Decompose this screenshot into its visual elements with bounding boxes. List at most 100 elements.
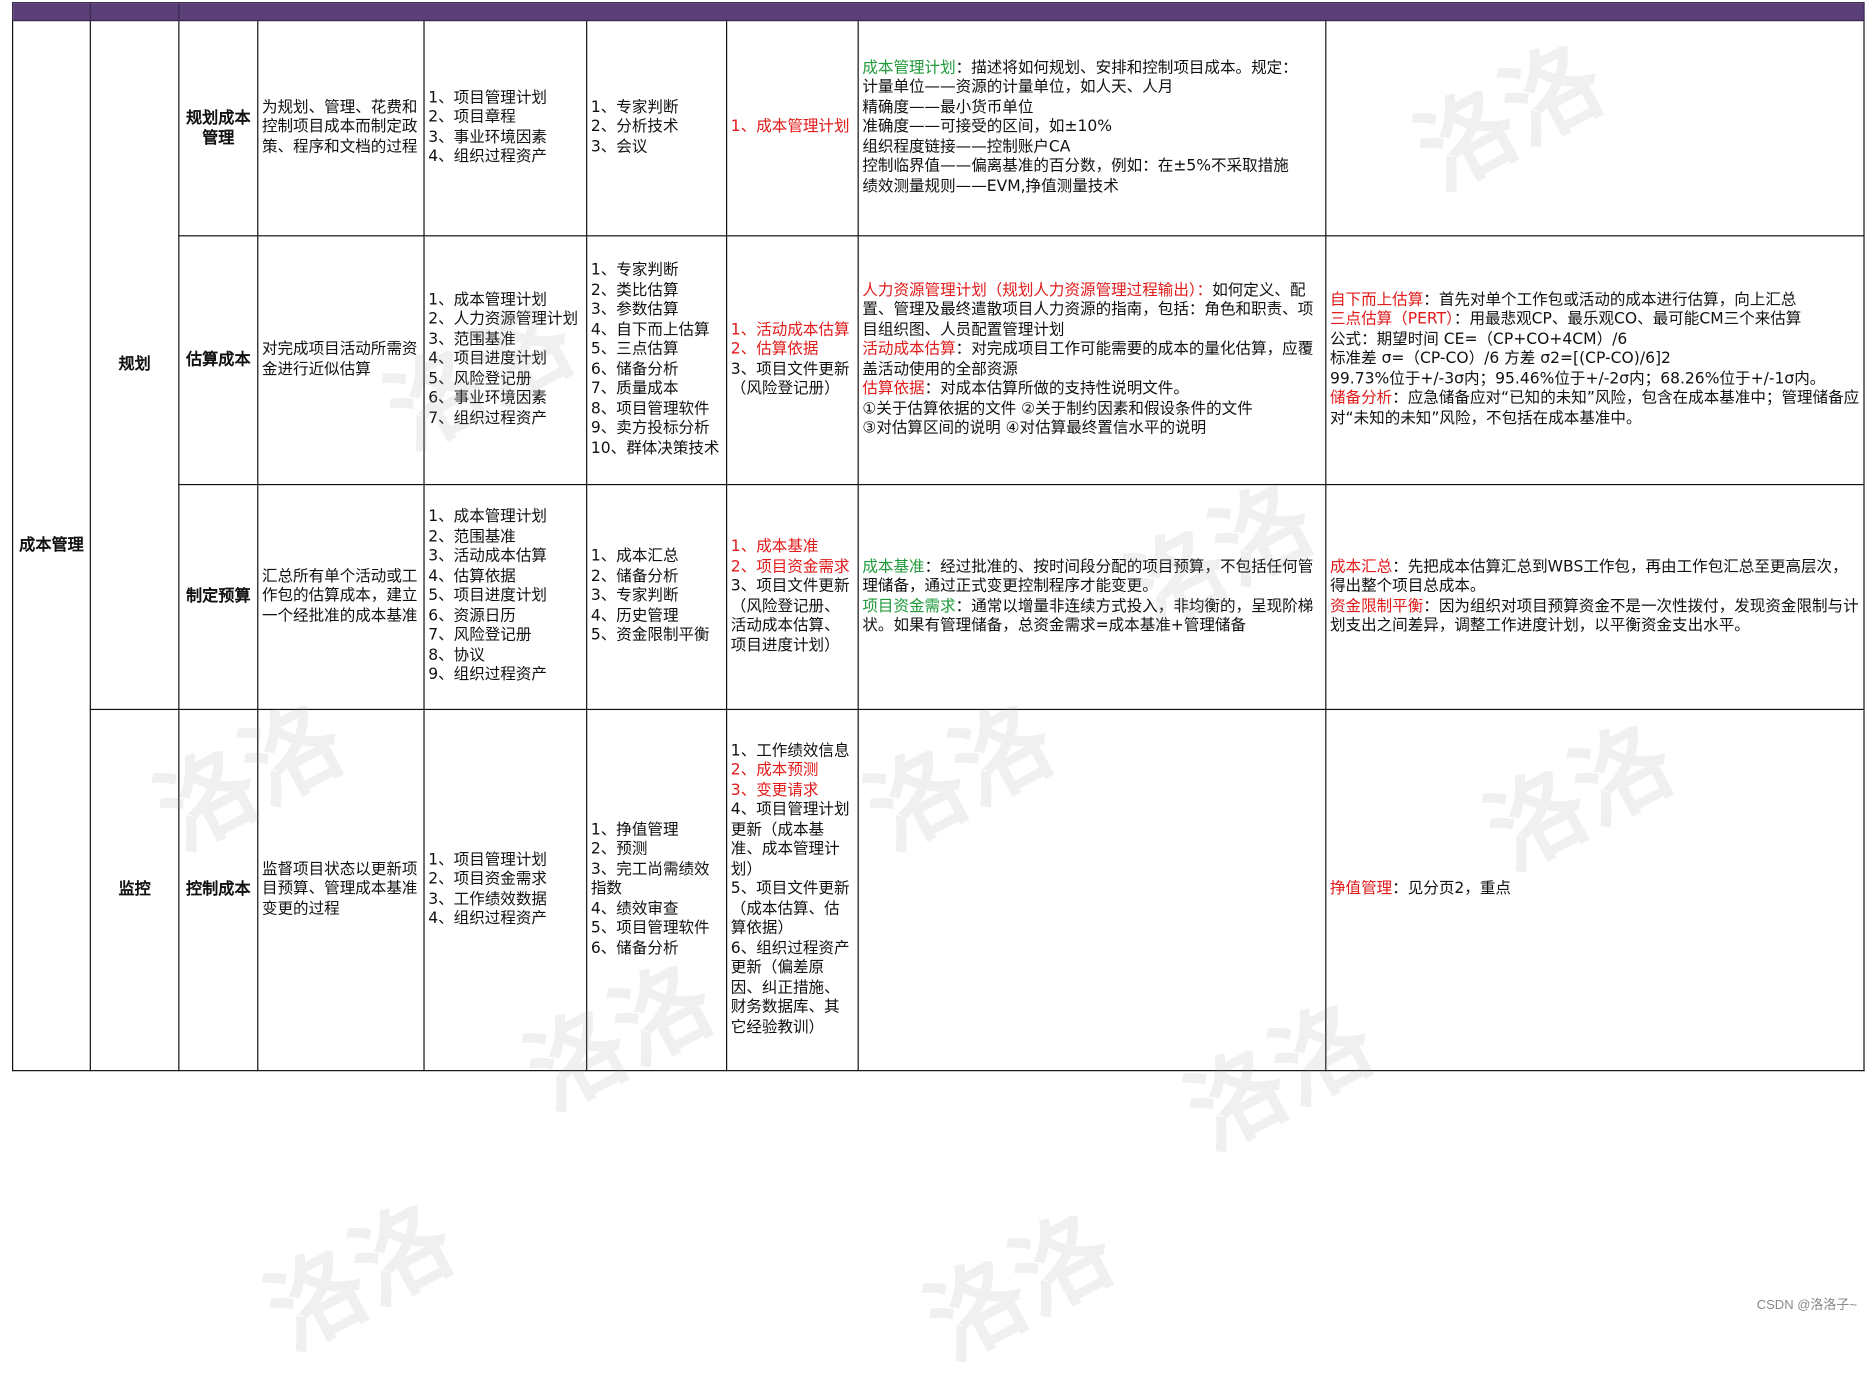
tool-notes-cell: 自下而上估算：首先对单个工作包或活动的成本进行估算，向上汇总 三点估算（PERT）… [1325, 235, 1865, 486]
list-item: 3、完工尚需绩效指数 [590, 860, 710, 899]
list-item: 5、三点估算 [590, 340, 679, 359]
highlighted-term: 自下而上估算 [1329, 291, 1424, 310]
note-text: 控制临界值——偏离基准的百分数，例如：在±5%不采取措施 [862, 157, 1289, 176]
list-item: 4、绩效审查 [590, 899, 679, 918]
list-item: 1、成本管理计划 [428, 291, 547, 310]
process-definition: 汇总所有单个活动或工作包的估算成本，建立一个经批准的成本基准 [257, 483, 425, 711]
note-line: 成本汇总：先把成本估算汇总到WBS工作包，再由工作包汇总至更高层次，得出整个项目… [1330, 558, 1860, 597]
note-line: 标准差 σ=（CP-CO）/6 方差 σ2=[(CP-CO)/6]2 [1330, 350, 1860, 370]
note-text: 绩效测量规则——EVM,挣值测量技术 [862, 177, 1119, 196]
list-item: 1、成本管理计划 [730, 118, 850, 137]
list-item: 3、变更请求 [730, 781, 819, 800]
list-item: 2、人力资源管理计划 [428, 310, 579, 329]
list-item: 10、群体决策技术 [590, 439, 720, 458]
note-text: ：见分页2，重点 [1392, 880, 1511, 899]
table-row: 制定预算 汇总所有单个活动或工作包的估算成本，建立一个经批准的成本基准 1、成本… [13, 483, 1865, 711]
process-name: 制定预算 [178, 483, 259, 711]
note-line: 计量单位——资源的计量单位，如人天、人月 [862, 79, 1321, 99]
note-text: ①关于估算依据的文件 ②关于制约因素和假设条件的文件 [862, 399, 1253, 418]
output-notes-cell: 成本基准：经过批准的、按时间段分配的项目预算，不包括任何管理储备，通过正式变更控… [857, 483, 1327, 711]
list-item: 1、挣值管理 [590, 820, 679, 839]
process-name: 控制成本 [178, 708, 259, 1072]
list-item: 4、组织过程资产 [428, 147, 547, 166]
note-line: 绩效测量规则——EVM,挣值测量技术 [862, 178, 1321, 198]
note-line: 成本管理计划：描述将如何规划、安排和控制项目成本。规定： [862, 59, 1321, 79]
outputs-cell: 1、活动成本估算 2、估算依据 3、项目文件更新（风险登记册） [726, 235, 859, 486]
list-item: 7、质量成本 [590, 379, 679, 398]
list-item: 9、组织过程资产 [428, 666, 547, 685]
list-item: 6、储备分析 [590, 360, 679, 379]
list-item: 8、协议 [428, 646, 485, 665]
note-text: ：先把成本估算汇总到WBS工作包，再由工作包汇总至更高层次，得出整个项目总成本。 [1329, 557, 1848, 596]
list-item: 2、类比估算 [590, 281, 679, 300]
note-line: 资金限制平衡：因为组织对项目预算资金不是一次性拨付，发现资金限制与计划支出之间差… [1330, 597, 1860, 636]
note-line: 项目资金需求：通常以增量非连续方式投入，非均衡的，呈现阶梯状。如果有管理储备，总… [862, 597, 1321, 636]
list-item: 1、成本汇总 [590, 547, 679, 566]
outputs-cell: 1、成本管理计划 [726, 19, 859, 237]
note-text: 标准差 σ=（CP-CO）/6 方差 σ2=[(CP-CO)/6]2 [1329, 350, 1671, 369]
list-item: 5、资金限制平衡 [590, 626, 710, 645]
list-item: 5、项目文件更新（成本估算、估算依据） [730, 880, 850, 938]
list-item: 1、成本管理计划 [428, 508, 547, 527]
inputs-cell: 1、成本管理计划 2、人力资源管理计划 3、范围基准 4、项目进度计划 5、风险登记册 6… [423, 235, 588, 486]
note-line: 99.73%位于+/-3σ内；95.46%位于+/-2σ内；68.26%位于+/… [1330, 370, 1860, 390]
list-item: 3、活动成本估算 [428, 547, 547, 566]
list-item: 7、风险登记册 [428, 626, 532, 645]
note-line: 精确度——最小货币单位 [862, 99, 1321, 119]
tool-notes-cell: 挣值管理：见分页2，重点 [1325, 708, 1865, 1072]
list-item: 6、储备分析 [590, 939, 679, 958]
highlighted-term: 资金限制平衡 [1329, 597, 1424, 615]
note-line: 活动成本估算：对完成项目工作可能需要的成本的量化估算，应覆盖活动使用的全部资源 [862, 340, 1321, 379]
inputs-cell: 1、成本管理计划 2、范围基准 3、活动成本估算 4、估算依据 5、项目进度计划 6、资源… [423, 483, 588, 711]
highlighted-term: 储备分析 [1329, 389, 1393, 408]
list-item: 3、事业环境因素 [428, 128, 547, 147]
outputs-cell: 1、工作绩效信息 2、成本预测 3、变更请求 4、项目管理计划更新（成本基准、成本管理… [726, 708, 859, 1072]
header-cell [89, 2, 180, 22]
knowledge-area-cell: 成本管理 [11, 19, 91, 1072]
note-line: 估算依据：对成本估算所做的支持性说明文件。 [862, 380, 1321, 400]
list-item: 4、估算依据 [428, 567, 516, 586]
list-item: 4、自下而上估算 [590, 320, 710, 339]
list-item: 1、项目管理计划 [428, 88, 547, 107]
list-item: 5、风险登记册 [428, 370, 532, 389]
list-item: 3、会议 [590, 138, 648, 156]
highlighted-term: 成本管理计划 [862, 59, 956, 78]
note-text: 准确度——可接受的区间，如±10% [862, 118, 1113, 137]
highlighted-term: 成本基准 [862, 557, 925, 576]
note-line: 人力资源管理计划（规划人力资源管理过程输出）：如何定义、配置、管理及最终遣散项目… [862, 281, 1321, 340]
list-item: 2、项目章程 [428, 108, 516, 127]
list-item: 6、事业环境因素 [428, 389, 547, 408]
process-definition: 对完成项目活动所需资金进行近似估算 [257, 235, 425, 486]
list-item: 2、项目资金需求 [730, 557, 850, 576]
list-item: 3、专家判断 [590, 587, 679, 606]
header-cell [11, 2, 91, 22]
list-item: 1、项目管理计划 [428, 850, 547, 869]
process-definition: 监督项目状态以更新项目预算、管理成本基准变更的过程 [257, 708, 425, 1072]
list-item: 1、工作绩效信息 [730, 742, 850, 760]
list-item: 1、专家判断 [590, 98, 679, 117]
tools-cell: 1、专家判断 2、类比估算 3、参数估算 4、自下而上估算 5、三点估算 6、储备分析 7、… [586, 235, 728, 486]
list-item: 6、资源日历 [428, 606, 516, 625]
list-item: 3、参数估算 [590, 301, 679, 319]
list-item: 5、项目管理软件 [590, 919, 710, 938]
credit-text: CSDN @洛洛子~ [1756, 1297, 1857, 1312]
inputs-cell: 1、项目管理计划 2、项目章程 3、事业环境因素 4、组织过程资产 [423, 19, 588, 237]
list-item: 9、卖方投标分析 [590, 419, 710, 438]
list-item: 7、组织过程资产 [428, 409, 547, 428]
note-text: 计量单位——资源的计量单位，如人天、人月 [862, 78, 1174, 97]
note-line: 三点估算（PERT）：用最悲观CP、最乐观CO、最可能CM三个来估算 [1330, 311, 1860, 331]
list-item: 2、估算依据 [730, 340, 819, 359]
highlighted-term: 人力资源管理计划（规划人力资源管理过程输出）： [862, 281, 1213, 300]
list-item: 3、范围基准 [428, 330, 516, 349]
list-item: 4、项目管理计划更新（成本基准、成本管理计划） [730, 801, 850, 879]
highlighted-term: 估算依据 [862, 379, 925, 398]
inputs-cell: 1、项目管理计划 2、项目资金需求 3、工作绩效数据 4、组织过程资产 [423, 708, 588, 1072]
list-item: 4、历史管理 [590, 606, 679, 625]
tool-notes-cell [1325, 19, 1865, 237]
list-item: 3、工作绩效数据 [428, 890, 547, 908]
header-cell [178, 2, 1865, 22]
process-definition: 为规划、管理、花费和控制项目成本而制定政策、程序和文档的过程 [257, 19, 425, 237]
list-item: 2、预测 [590, 840, 648, 859]
note-line: 挣值管理：见分页2，重点 [1330, 880, 1860, 900]
highlighted-term: 项目资金需求 [862, 597, 956, 615]
